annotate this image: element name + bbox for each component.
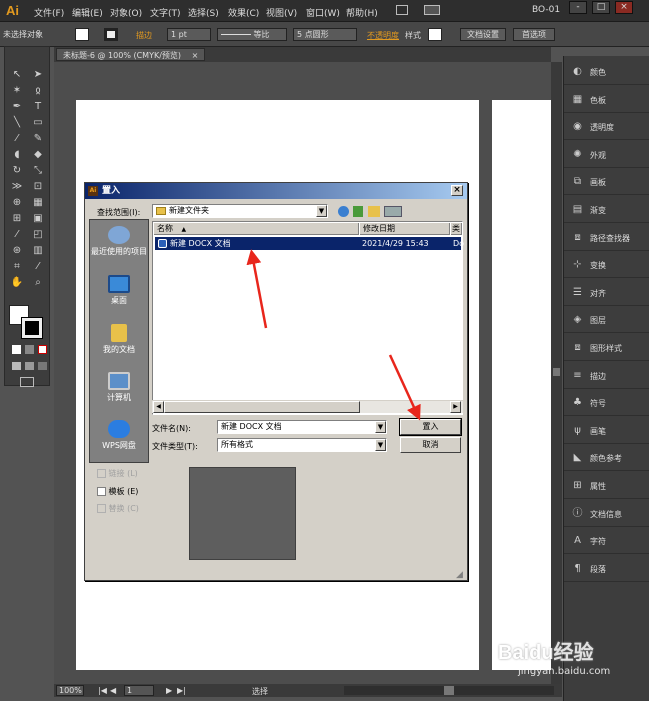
watermark-url: jingyan.baidu.com: [518, 666, 611, 677]
arrow-to-place-button: [388, 354, 421, 421]
arrow-to-file: [246, 249, 268, 329]
watermark-brand: Baidu经验: [498, 642, 594, 664]
annotation-arrows: [246, 249, 421, 421]
